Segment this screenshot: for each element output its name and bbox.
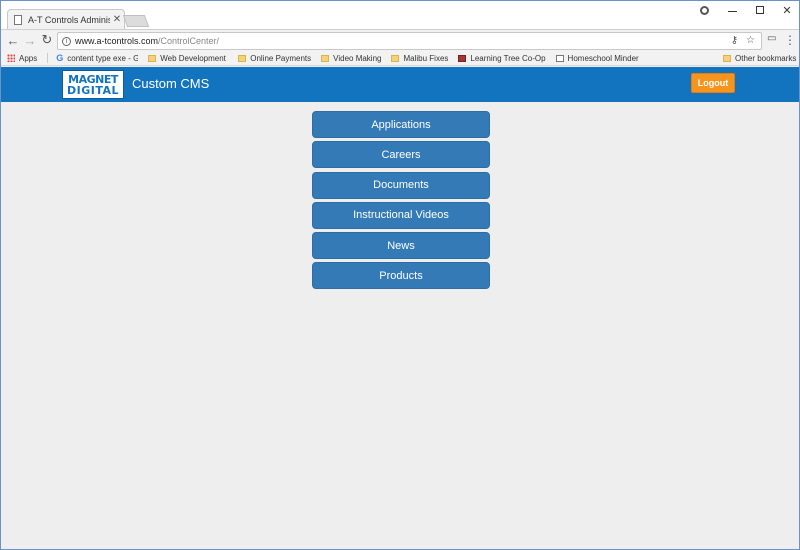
cms-menu: Applications Careers Documents Instructi… <box>312 111 490 293</box>
page-icon <box>555 54 564 62</box>
magnet-digital-logo[interactable]: MAGNET DIGITAL <box>62 70 124 99</box>
bookmark-label: Apps <box>19 53 38 63</box>
bookmark-content-type[interactable]: G content type exe - G <box>56 53 138 63</box>
bookmark-label: Video Making <box>333 53 382 63</box>
back-arrow-icon[interactable]: ← <box>5 32 21 48</box>
site-icon <box>458 54 467 62</box>
tab-strip: A-T Controls Administrat ✕ ✕ <box>1 1 799 29</box>
other-bookmarks-label: Other bookmarks <box>735 54 797 63</box>
logo-line-2: DIGITAL <box>66 83 120 97</box>
bookmark-homeschool-minder[interactable]: Homeschool Minder <box>555 53 639 63</box>
bookmark-label: Homeschool Minder <box>567 53 639 63</box>
bookmark-video-making[interactable]: Video Making <box>321 54 381 63</box>
minimize-button[interactable] <box>721 1 743 19</box>
folder-icon <box>148 54 157 62</box>
bookmark-label: Web Development To <box>160 53 228 63</box>
bookmark-web-development[interactable]: Web Development To <box>148 54 228 63</box>
tab-title: A-T Controls Administrat <box>28 14 110 25</box>
folder-icon <box>391 54 400 62</box>
url-path: /ControlCenter/ <box>158 36 220 46</box>
address-bar[interactable]: i www.a-tcontrols.com/ControlCenter/ ⚷ ☆ <box>57 32 762 50</box>
bookmark-learning-tree[interactable]: Learning Tree Co-Op <box>458 53 546 63</box>
careers-button[interactable]: Careers <box>312 141 490 169</box>
bookmark-label: Malibu Fixes <box>403 53 449 63</box>
new-tab-button[interactable] <box>122 15 150 27</box>
key-icon[interactable]: ⚷ <box>731 35 738 46</box>
page-title: Custom CMS <box>132 76 210 91</box>
google-icon: G <box>56 53 64 63</box>
divider <box>47 53 49 63</box>
forward-arrow-icon[interactable]: → <box>22 32 38 48</box>
browser-window: A-T Controls Administrat ✕ ✕ ← → ↻ i www… <box>0 0 800 550</box>
folder-icon <box>723 55 731 62</box>
documents-button[interactable]: Documents <box>312 171 490 199</box>
instructional-videos-button[interactable]: Instructional Videos <box>312 201 490 229</box>
maximize-button[interactable] <box>749 1 771 19</box>
products-button[interactable]: Products <box>312 262 490 290</box>
bookmark-label: Online Payments <box>250 53 312 63</box>
reload-icon[interactable]: ↻ <box>39 32 55 48</box>
folder-icon <box>321 54 330 62</box>
browser-toolbar: ← → ↻ i www.a-tcontrols.com/ControlCente… <box>1 29 799 51</box>
close-window-button[interactable]: ✕ <box>776 1 798 19</box>
folder-icon <box>238 54 247 62</box>
apps-grid-icon <box>7 54 15 62</box>
cast-icon[interactable]: ▭ <box>767 33 779 47</box>
bookmark-label: Learning Tree Co-Op <box>470 53 546 63</box>
bookmark-apps[interactable]: Apps <box>7 54 37 63</box>
info-icon[interactable]: i <box>62 36 71 46</box>
browser-menu-icon[interactable]: ⋮ <box>784 32 796 48</box>
other-bookmarks[interactable]: Other bookmarks <box>723 51 796 66</box>
bookmark-label: content type exe - G <box>67 53 139 63</box>
app-header: MAGNET DIGITAL Custom CMS Logout <box>1 67 799 102</box>
applications-button[interactable]: Applications <box>312 111 490 138</box>
page-icon <box>14 14 22 25</box>
star-icon[interactable]: ☆ <box>746 35 755 46</box>
browser-tab[interactable]: A-T Controls Administrat ✕ <box>7 9 125 29</box>
bookmarks-bar: Apps G content type exe - G Web Developm… <box>1 51 799 66</box>
news-button[interactable]: News <box>312 232 490 260</box>
url-host: www.a-tcontrols.com <box>75 36 159 46</box>
logo-line-1: MAGNET <box>68 72 118 86</box>
bookmark-online-payments[interactable]: Online Payments <box>238 54 311 63</box>
bookmark-malibu-fixes[interactable]: Malibu Fixes <box>391 54 448 63</box>
tab-close-icon[interactable]: ✕ <box>110 14 124 25</box>
profile-icon[interactable] <box>695 1 713 19</box>
logout-button[interactable]: Logout <box>691 73 735 93</box>
